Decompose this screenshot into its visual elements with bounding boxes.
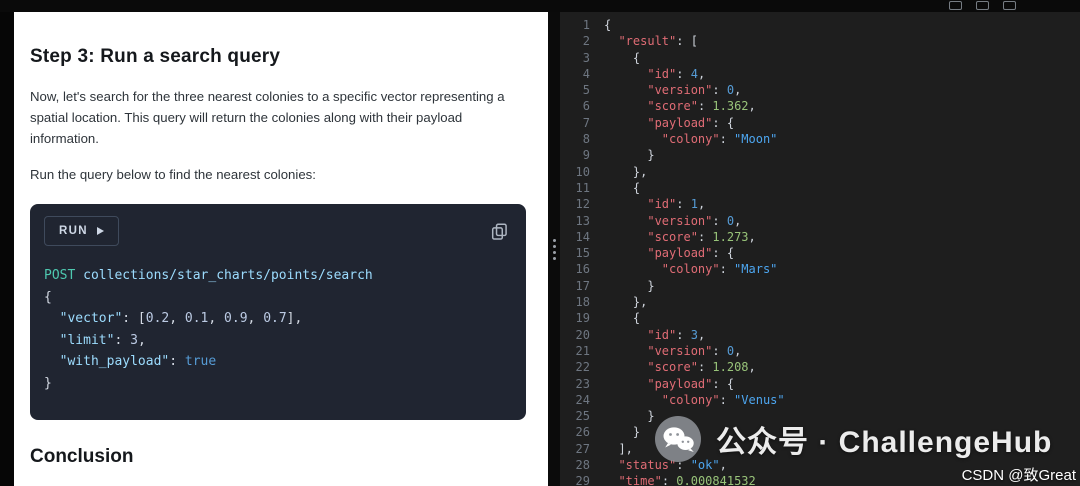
editor-line: 28 "status": "ok", (560, 457, 1080, 473)
request-code-line: "vector": [0.2, 0.1, 0.9, 0.7], (59, 311, 303, 326)
line-number: 22 (575, 360, 590, 375)
line-number: 10 (575, 164, 590, 179)
request-code-line: "with_payload": true (59, 354, 217, 369)
line-number: 27 (575, 441, 590, 456)
line-number: 26 (575, 425, 590, 440)
line-number: 11 (575, 180, 590, 195)
editor-line: 26 } (560, 424, 1080, 440)
line-number: 25 (575, 409, 590, 424)
editor-line: 10 }, (560, 164, 1080, 180)
play-icon (96, 227, 104, 235)
editor-line: 18 }, (560, 294, 1080, 310)
run-button-label: RUN (59, 225, 88, 237)
line-number: 5 (582, 83, 590, 98)
line-number: 2 (582, 34, 590, 49)
editor-line: 25 } (560, 408, 1080, 424)
line-number: 9 (582, 148, 590, 163)
editor-line: 29 "time": 0.000841532 (560, 473, 1080, 486)
line-number: 3 (582, 50, 590, 65)
line-number: 12 (575, 197, 590, 212)
editor-line: 21 "version": 0, (560, 343, 1080, 359)
editor-line: 2 "result": [ (560, 33, 1080, 49)
line-number: 17 (575, 278, 590, 293)
editor-line: 9 } (560, 147, 1080, 163)
line-number: 14 (575, 229, 590, 244)
top-bar (0, 0, 1080, 12)
panel-splitter[interactable] (548, 12, 560, 486)
line-number: 7 (582, 115, 590, 130)
editor-line: 7 "payload": { (560, 115, 1080, 131)
line-number: 1 (582, 18, 590, 32)
line-number: 6 (582, 99, 590, 114)
splitter-handle-icon (552, 238, 556, 260)
line-number: 15 (575, 246, 590, 261)
tutorial-panel: Step 3: Run a search query Now, let's se… (14, 12, 548, 486)
line-number: 16 (575, 262, 590, 277)
editor-line: 8 "colony": "Moon" (560, 131, 1080, 147)
conclusion-title: Conclusion (30, 446, 134, 467)
request-code: POST collections/star_charts/points/sear… (44, 265, 512, 394)
line-number: 18 (575, 295, 590, 310)
request-code-line: "limit": 3, (59, 332, 146, 348)
editor-line: 3 { (560, 50, 1080, 66)
editor-lines: 1{2 "result": [3 {4 "id": 4, 5 "version":… (560, 17, 1080, 486)
result-editor: 1{2 "result": [3 {4 "id": 4, 5 "version":… (560, 12, 1080, 486)
editor-line: 5 "version": 0, (560, 82, 1080, 98)
editor-line: 15 "payload": { (560, 245, 1080, 261)
request-code-line: } (44, 375, 52, 391)
app-window: Step 3: Run a search query Now, let's se… (0, 0, 1080, 486)
bookmark-icon[interactable] (976, 1, 989, 10)
line-number: 8 (582, 132, 590, 147)
request-code-line: POST collections/star_charts/points/sear… (44, 268, 373, 283)
editor-line: 27 ], (560, 441, 1080, 457)
editor-line: 12 "id": 1, (560, 196, 1080, 212)
line-number: 20 (575, 327, 590, 342)
line-number: 24 (575, 392, 590, 407)
editor-line: 1{ (560, 17, 1080, 33)
editor-line: 17 } (560, 278, 1080, 294)
line-number: 4 (582, 66, 590, 81)
line-number: 28 (575, 458, 590, 473)
line-number: 13 (575, 213, 590, 228)
editor-line: 11 { (560, 180, 1080, 196)
copy-icon[interactable] (491, 223, 508, 240)
editor-line: 6 "score": 1.362, (560, 98, 1080, 114)
intro-paragraph: Now, let's search for the three nearest … (30, 89, 505, 146)
line-number: 29 (575, 474, 590, 486)
editor-line: 22 "score": 1.208, (560, 359, 1080, 375)
editor-line: 13 "version": 0, (560, 213, 1080, 229)
editor-line: 16 "colony": "Mars" (560, 261, 1080, 277)
request-code-block: RUN POST collections/star_charts/points/… (30, 204, 526, 420)
step-title: Step 3: Run a search query (30, 46, 281, 67)
grid-icon[interactable] (949, 1, 962, 10)
editor-line: 14 "score": 1.273, (560, 229, 1080, 245)
editor-line: 23 "payload": { (560, 376, 1080, 392)
run-button[interactable]: RUN (44, 216, 119, 246)
line-number: 23 (575, 376, 590, 391)
editor-line: 20 "id": 3, (560, 327, 1080, 343)
code-block-header: RUN (44, 216, 512, 246)
line-number: 21 (575, 343, 590, 358)
line-number: 19 (575, 311, 590, 326)
request-code-line: { (44, 289, 52, 305)
editor-line: 19 { (560, 310, 1080, 326)
panel-icon[interactable] (1003, 1, 1016, 10)
instruction-paragraph: Run the query below to find the nearest … (30, 167, 316, 182)
editor-line: 4 "id": 4, (560, 66, 1080, 82)
editor-line: 24 "colony": "Venus" (560, 392, 1080, 408)
top-bar-icons (949, 1, 1016, 10)
